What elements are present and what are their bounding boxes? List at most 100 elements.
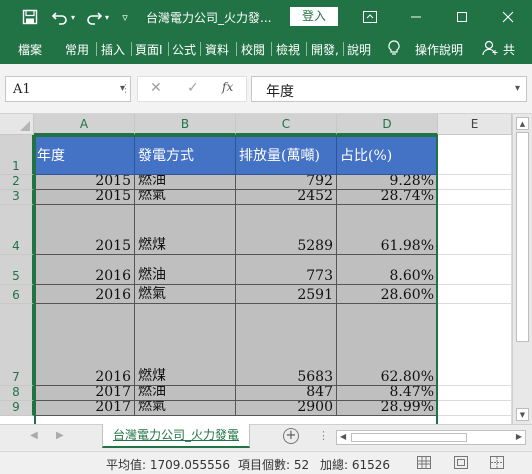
table-header-cell[interactable]: 年度 xyxy=(34,135,135,175)
empty-cell[interactable] xyxy=(438,416,512,424)
table-cell[interactable]: 28.74% xyxy=(337,190,438,205)
tab-help[interactable]: 說明 xyxy=(347,41,371,58)
empty-cell[interactable] xyxy=(438,304,512,386)
save-icon[interactable] xyxy=(20,7,40,27)
table-cell[interactable]: 燃氣 xyxy=(135,401,236,416)
insert-function-button[interactable]: fx xyxy=(222,80,233,94)
table-cell[interactable]: 28.60% xyxy=(337,285,438,304)
share-button[interactable]: 共 xyxy=(503,41,515,58)
vertical-scrollbar[interactable]: ▲ ▼ xyxy=(512,114,532,424)
table-cell[interactable]: 燃煤 xyxy=(135,205,236,255)
column-header[interactable]: C xyxy=(236,114,337,135)
redo-dropdown-icon[interactable]: ▾ xyxy=(102,7,112,27)
table-cell[interactable]: 773 xyxy=(236,255,337,285)
table-cell[interactable]: 2015 xyxy=(34,205,135,255)
formula-input[interactable]: 年度 ▾ xyxy=(251,76,527,102)
table-cell[interactable]: 5683 xyxy=(236,304,337,386)
table-cell[interactable]: 燃氣 xyxy=(135,285,236,304)
cancel-icon[interactable]: ✕ xyxy=(150,80,162,96)
horizontal-scrollbar[interactable]: ◀ ▶ xyxy=(336,430,526,445)
table-cell[interactable]: 28.99% xyxy=(337,401,438,416)
empty-cell[interactable] xyxy=(438,401,512,416)
login-button[interactable]: 登入 xyxy=(290,7,338,26)
table-cell[interactable]: 2017 xyxy=(34,386,135,401)
table-cell[interactable]: 燃油 xyxy=(135,255,236,285)
table-cell[interactable]: 62.80% xyxy=(337,304,438,386)
row-header[interactable]: 1 xyxy=(0,135,34,175)
empty-cell[interactable] xyxy=(438,190,512,205)
row-header[interactable]: 8 xyxy=(0,386,34,401)
scroll-up-icon[interactable]: ▲ xyxy=(516,117,529,130)
close-icon[interactable] xyxy=(498,7,518,27)
tab-formulas[interactable]: 公式 xyxy=(172,41,196,58)
maximize-icon[interactable] xyxy=(452,7,472,27)
tab-split-dots-icon[interactable]: ⋮ xyxy=(318,429,329,442)
empty-cell[interactable] xyxy=(438,205,512,255)
column-header[interactable]: E xyxy=(438,114,512,135)
tab-page-layout[interactable]: 頁面I xyxy=(135,41,163,58)
tab-data[interactable]: 資料 xyxy=(205,41,229,58)
horizontal-scroll-thumb[interactable] xyxy=(351,433,467,442)
tab-home[interactable]: 常用 xyxy=(65,41,89,58)
row-header[interactable]: 5 xyxy=(0,255,34,285)
enter-icon[interactable]: ✓ xyxy=(187,80,199,96)
row-header[interactable]: 6 xyxy=(0,285,34,304)
table-cell[interactable]: 2016 xyxy=(34,285,135,304)
tell-me-search[interactable]: 操作說明 xyxy=(415,41,463,58)
table-cell[interactable]: 燃煤 xyxy=(135,304,236,386)
table-cell[interactable]: 2017 xyxy=(34,401,135,416)
tab-view[interactable]: 檢視 xyxy=(276,41,300,58)
table-cell[interactable]: 燃氣 xyxy=(135,190,236,205)
worksheet-grid[interactable]: A B C D E 1 2 3 4 5 6 7 8 9 年度 發電方式 排放量(萬噸) 占比(%) 2015 燃油 79… xyxy=(0,114,512,424)
vertical-scroll-thumb[interactable] xyxy=(516,132,529,342)
page-break-view-icon[interactable] xyxy=(490,456,504,469)
empty-cell[interactable] xyxy=(438,175,512,190)
table-cell[interactable]: 2016 xyxy=(34,255,135,285)
page-layout-view-icon[interactable] xyxy=(454,456,468,469)
select-all-button[interactable] xyxy=(0,114,34,135)
column-header[interactable]: D xyxy=(337,114,438,135)
table-cell[interactable]: 2900 xyxy=(236,401,337,416)
table-cell[interactable]: 8.60% xyxy=(337,255,438,285)
column-header[interactable]: A xyxy=(34,114,135,135)
table-cell[interactable]: 燃油 xyxy=(135,386,236,401)
scroll-down-icon[interactable]: ▼ xyxy=(516,408,529,421)
table-cell[interactable]: 61.98% xyxy=(337,205,438,255)
grip-dots-icon[interactable]: ⋮ xyxy=(120,82,131,95)
empty-cell[interactable] xyxy=(438,135,512,175)
tab-review[interactable]: 校閱 xyxy=(241,41,265,58)
table-header-cell[interactable]: 占比(%) xyxy=(337,135,438,175)
scroll-right-icon[interactable]: ▶ xyxy=(516,432,522,441)
normal-view-icon[interactable] xyxy=(417,456,431,469)
undo-icon[interactable] xyxy=(50,7,70,27)
row-header[interactable]: 4 xyxy=(0,205,34,255)
tab-insert[interactable]: 插入 xyxy=(101,41,125,58)
column-header[interactable]: B xyxy=(135,114,236,135)
tab-developer[interactable]: 開發, xyxy=(311,41,339,58)
empty-cell[interactable] xyxy=(438,285,512,304)
empty-cell[interactable] xyxy=(438,386,512,401)
tab-file[interactable]: 檔案 xyxy=(18,41,42,58)
table-cell[interactable]: 847 xyxy=(236,386,337,401)
scroll-left-icon[interactable]: ◀ xyxy=(340,432,346,441)
row-header[interactable]: 9 xyxy=(0,401,34,416)
table-header-cell[interactable]: 排放量(萬噸) xyxy=(236,135,337,175)
share-user-icon[interactable] xyxy=(482,40,498,59)
row-header[interactable]: 7 xyxy=(0,304,34,386)
add-sheet-button[interactable]: + xyxy=(283,428,299,444)
empty-cell[interactable] xyxy=(438,255,512,285)
lightbulb-icon[interactable] xyxy=(388,40,400,59)
table-cell[interactable]: 2591 xyxy=(236,285,337,304)
name-box[interactable]: A1 ▾ xyxy=(5,76,131,102)
table-cell[interactable]: 燃油 xyxy=(135,175,236,190)
table-cell[interactable]: 2016 xyxy=(34,304,135,386)
table-cell[interactable]: 9.28% xyxy=(337,175,438,190)
table-cell[interactable]: 8.47% xyxy=(337,386,438,401)
ribbon-display-icon[interactable] xyxy=(360,7,380,27)
expand-formula-icon[interactable]: ▾ xyxy=(515,83,520,94)
prev-sheet-icon[interactable]: ◀ xyxy=(30,430,38,441)
next-sheet-icon[interactable]: ▶ xyxy=(56,430,64,441)
row-header[interactable]: 2 xyxy=(0,175,34,190)
table-header-cell[interactable]: 發電方式 xyxy=(135,135,236,175)
table-cell[interactable]: 2452 xyxy=(236,190,337,205)
